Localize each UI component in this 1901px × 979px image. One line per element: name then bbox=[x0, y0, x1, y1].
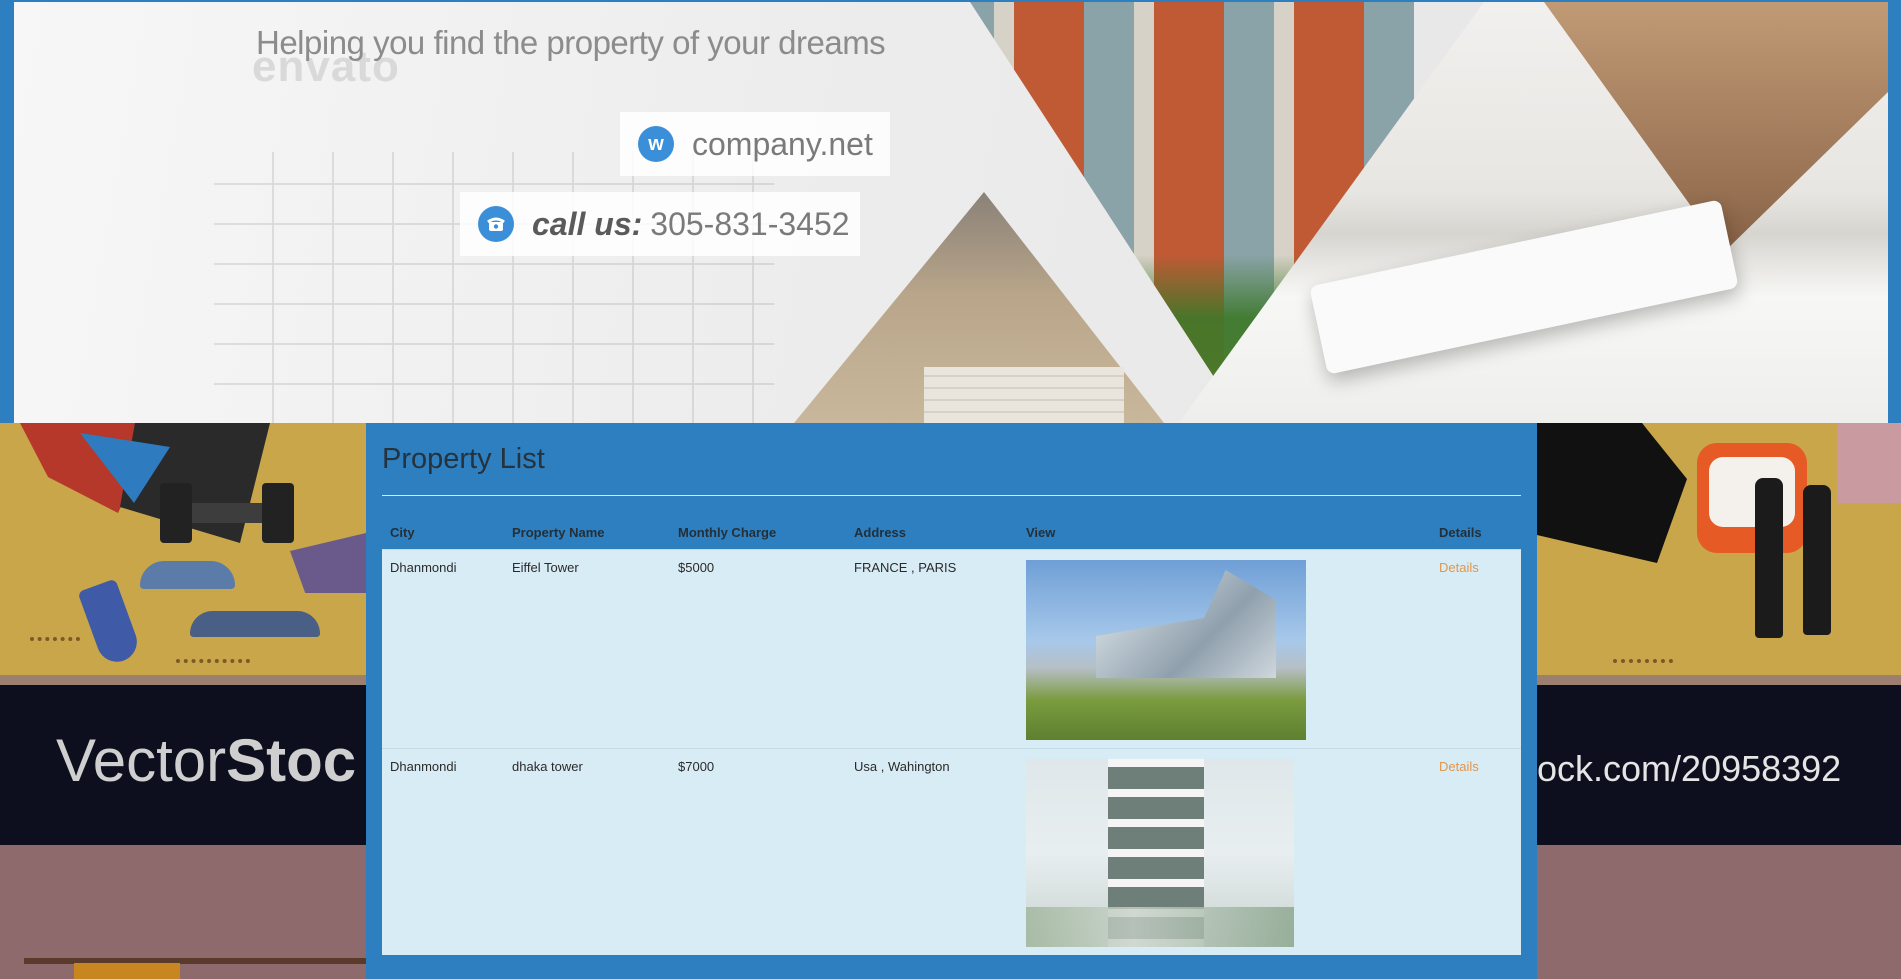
cell-property-name: Eiffel Tower bbox=[504, 549, 670, 749]
cell-view bbox=[1018, 748, 1431, 955]
cell-address: Usa , Wahington bbox=[846, 748, 1018, 955]
call-prefix: call us: bbox=[532, 205, 643, 242]
column-header-city: City bbox=[390, 525, 415, 540]
cell-view bbox=[1018, 549, 1431, 749]
web-icon: w bbox=[638, 126, 674, 162]
bg-slipper bbox=[140, 561, 235, 589]
details-link[interactable]: Details bbox=[1439, 759, 1479, 774]
banner-tagline: Helping you find the property of your dr… bbox=[256, 24, 886, 61]
background-left: VectorStoc bbox=[0, 423, 366, 979]
column-header-details: Details bbox=[1439, 525, 1482, 540]
bg-bottle bbox=[1803, 485, 1831, 635]
column-header-property-name: Property Name bbox=[512, 525, 605, 540]
table-header-row: City Property Name Monthly Charge Addres… bbox=[382, 516, 1521, 550]
banner-image: envato Helping you find the property of … bbox=[14, 2, 1888, 423]
bg-watermark-text: ock.com/20958392 bbox=[1537, 748, 1842, 789]
hero-banner: envato Helping you find the property of … bbox=[0, 0, 1901, 423]
cell-address: FRANCE , PARIS bbox=[846, 549, 1018, 749]
background-right: ock.com/20958392 bbox=[1537, 423, 1901, 979]
banner-phone: call us: 305-831-3452 bbox=[460, 192, 860, 256]
cell-monthly-charge: $7000 bbox=[670, 748, 846, 955]
property-table: City Property Name Monthly Charge Addres… bbox=[382, 516, 1521, 955]
column-header-monthly-charge: Monthly Charge bbox=[678, 525, 777, 540]
page-title: Property List bbox=[382, 443, 545, 475]
bg-bottle bbox=[1755, 478, 1783, 638]
website-text: company.net bbox=[692, 125, 873, 162]
cell-city: Dhanmondi bbox=[382, 549, 504, 749]
phone-number: 305-831-3452 bbox=[650, 205, 850, 242]
banner-garage-door bbox=[924, 367, 1124, 423]
column-header-address: Address bbox=[854, 525, 907, 540]
bg-dumbbell-weight bbox=[160, 483, 192, 543]
cell-property-name: dhaka tower bbox=[504, 748, 670, 955]
property-photo[interactable] bbox=[1026, 560, 1306, 740]
cell-monthly-charge: $5000 bbox=[670, 549, 846, 749]
bg-dumbbell-weight bbox=[262, 483, 294, 543]
cell-details: Details bbox=[1431, 748, 1521, 955]
cell-city: Dhanmondi bbox=[382, 748, 504, 955]
details-link[interactable]: Details bbox=[1439, 560, 1479, 575]
table-row: Dhanmondi dhaka tower $7000 Usa , Wahing… bbox=[382, 748, 1521, 955]
property-photo[interactable] bbox=[1026, 759, 1294, 947]
banner-website: w company.net bbox=[620, 112, 890, 176]
table-row: Dhanmondi Eiffel Tower $5000 FRANCE , PA… bbox=[382, 549, 1521, 749]
property-list-panel: Property List City Property Name Monthly… bbox=[366, 423, 1537, 979]
title-divider bbox=[382, 495, 1521, 496]
column-header-view: View bbox=[1026, 525, 1056, 540]
phone-icon bbox=[478, 206, 514, 242]
bg-watermark-text: VectorStoc bbox=[56, 727, 357, 794]
bg-slipper bbox=[190, 611, 320, 637]
cell-details: Details bbox=[1431, 549, 1521, 749]
